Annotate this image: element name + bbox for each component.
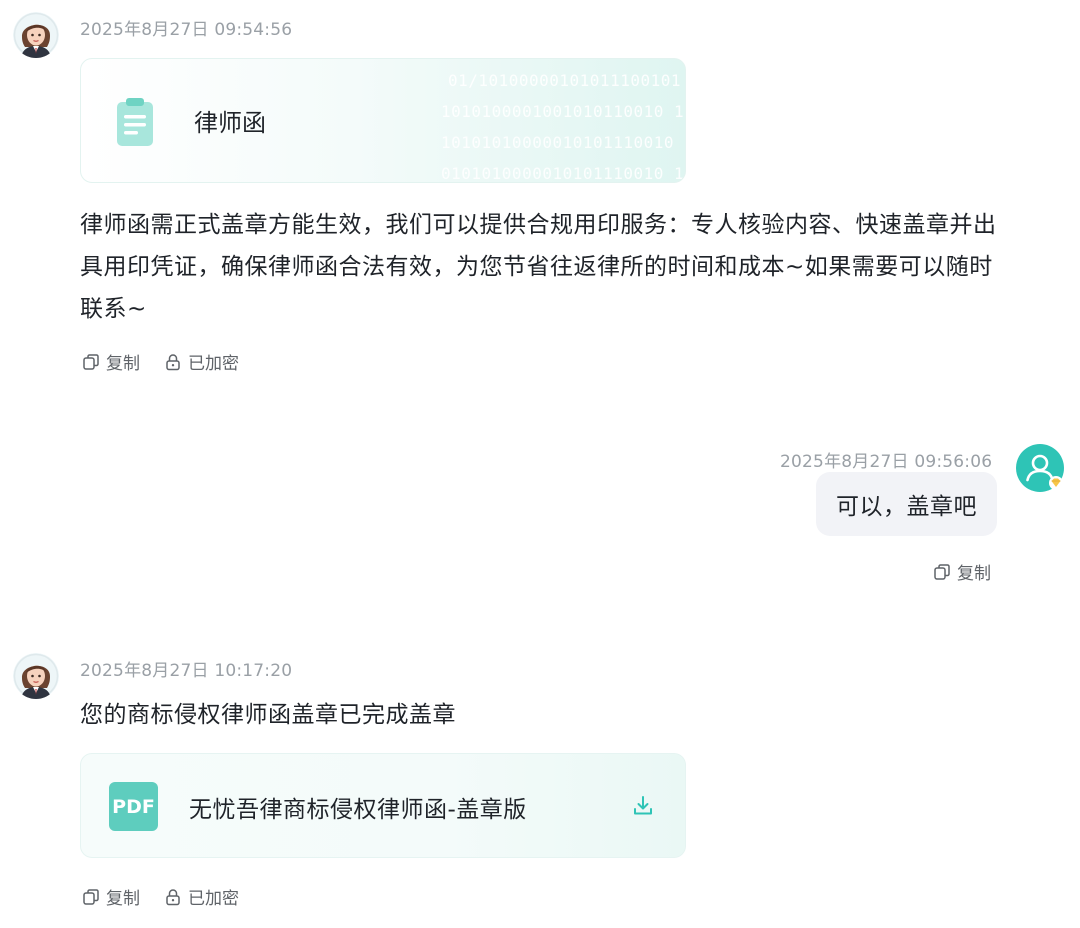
bot-message-text: 您的商标侵权律师函盖章已完成盖章 — [80, 702, 456, 728]
message-timestamp: 2025年8月27日 09:56:06 — [780, 452, 993, 472]
message-timestamp: 2025年8月27日 09:54:56 — [80, 20, 293, 40]
copy-label: 复制 — [106, 889, 140, 909]
download-icon — [631, 796, 655, 822]
copy-button[interactable]: 复制 — [82, 349, 140, 374]
bot-avatar-icon[interactable] — [13, 12, 59, 58]
user-message-bubble: 可以，盖章吧 — [816, 472, 997, 536]
encrypted-label: 已加密 — [188, 354, 239, 374]
binary-line: 01/10100000101011100101 — [447, 71, 681, 90]
copy-button[interactable]: 复制 — [933, 559, 991, 584]
binary-line: 10101010000010101110010 1 — [441, 133, 686, 152]
pdf-file-icon: PDF — [109, 782, 158, 831]
document-card[interactable]: 01/10100000101011100101 1010100001001010… — [80, 58, 686, 183]
copy-icon — [82, 888, 100, 906]
pdf-file-title: 无忧吾律商标侵权律师函-盖章版 — [189, 797, 527, 823]
binary-line: 0101010000010101110010 1 — [441, 164, 685, 183]
download-button[interactable] — [631, 794, 655, 822]
binary-watermark: 01/10100000101011100101 1010100001001010… — [441, 65, 686, 183]
encrypted-status: 已加密 — [164, 349, 239, 374]
pdf-file-card[interactable]: PDF 无忧吾律商标侵权律师函-盖章版 — [80, 753, 686, 858]
copy-label: 复制 — [957, 564, 991, 584]
binary-line: 1010100001001010110010 1 — [441, 102, 685, 121]
bot-message-text: 律师函需正式盖章方能生效，我们可以提供合规用印服务：专人核验内容、快速盖章并出具… — [80, 212, 997, 322]
message-actions: 复制 — [933, 559, 991, 584]
copy-icon — [933, 563, 951, 581]
copy-icon — [82, 353, 100, 371]
lock-icon — [164, 888, 182, 906]
encrypted-label: 已加密 — [188, 889, 239, 909]
chat-page: 2025年8月27日 09:54:56 01/10100000101011100… — [0, 0, 1080, 928]
clipboard-document-icon — [113, 96, 157, 152]
message-timestamp: 2025年8月27日 10:17:20 — [80, 661, 293, 681]
message-actions: 复制 已加密 — [82, 349, 239, 374]
lock-icon — [164, 353, 182, 371]
user-avatar-icon[interactable] — [1015, 443, 1065, 493]
document-title: 律师函 — [194, 109, 266, 137]
user-message-text: 可以，盖章吧 — [836, 494, 977, 520]
message-actions: 复制 已加密 — [82, 884, 239, 909]
encrypted-status: 已加密 — [164, 884, 239, 909]
bot-avatar-icon[interactable] — [13, 653, 59, 699]
copy-label: 复制 — [106, 354, 140, 374]
copy-button[interactable]: 复制 — [82, 884, 140, 909]
